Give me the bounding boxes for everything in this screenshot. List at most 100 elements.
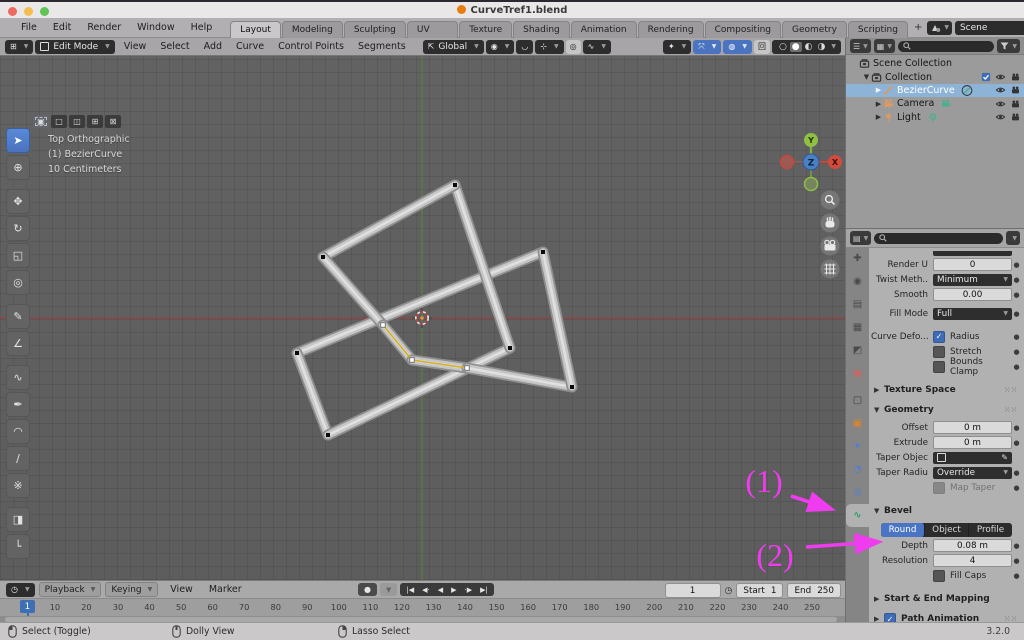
timeline-menu-view[interactable]: View [162, 584, 201, 595]
dropdown-field[interactable]: Override▼ [933, 467, 1012, 479]
value-field[interactable]: 0 [933, 258, 1012, 271]
panel-header-bevel[interactable]: ▼Bevel [869, 501, 1024, 521]
animate-dot[interactable]: ● [1012, 291, 1021, 299]
animate-dot[interactable]: ● [1012, 557, 1021, 565]
tool-curve-pen[interactable]: ✒ [6, 392, 30, 417]
workspace-tab-texture-paint[interactable]: Texture Paint [459, 21, 512, 38]
workspace-tab-animation[interactable]: Animation [571, 21, 637, 38]
editor-type-selector[interactable]: ⊞▼ [5, 40, 33, 54]
vp-menu-control-points[interactable]: Control Points [271, 41, 351, 52]
bevel-tab-object[interactable]: Object [925, 523, 969, 537]
properties-tab-tool[interactable]: ✚ [846, 247, 869, 270]
properties-tab-object[interactable]: ▣ [846, 412, 869, 435]
properties-tab-material[interactable]: ◕ [846, 527, 869, 550]
tool-extrude[interactable]: ◨ [6, 507, 30, 532]
panel-drag-grip[interactable]: ⁙⁙ [1004, 386, 1018, 394]
camera-view-button[interactable] [821, 237, 840, 256]
xray-toggle[interactable]: 回 [754, 40, 770, 54]
timeline-menu-marker[interactable]: Marker [201, 584, 250, 595]
workspace-tab-uv-editing[interactable]: UV Editing [407, 21, 458, 38]
object-field[interactable]: ✎ [933, 452, 1012, 464]
control-point-selected[interactable] [410, 358, 415, 363]
checkbox[interactable] [933, 346, 945, 358]
outliner-item-beziercurve[interactable]: ▶BezierCurve [846, 84, 1024, 97]
workspace-tab-shading[interactable]: Shading [513, 21, 570, 38]
exclude-checkbox-wrap[interactable] [981, 72, 991, 82]
properties-editor-type[interactable]: ▤▼ [850, 231, 871, 245]
dropdown-field[interactable]: Minimum▼ [933, 274, 1012, 286]
dropdown-field[interactable]: Full▼ [933, 308, 1012, 320]
properties-tab-constraints[interactable]: ◎ [846, 481, 869, 504]
panel-header-geometry[interactable]: ▼Geometry⁙⁙ [869, 400, 1024, 420]
checkbox[interactable] [933, 361, 945, 373]
tool-curve-handles[interactable]: └ [6, 534, 30, 559]
animate-dot[interactable]: ● [1012, 333, 1021, 341]
workspace-tab-modeling[interactable]: Modeling [282, 21, 343, 38]
outliner-item-camera[interactable]: ▶Camera [846, 97, 1024, 110]
tool-move[interactable]: ✥ [6, 189, 30, 214]
navigation-gizmo[interactable]: Y X Z [778, 131, 845, 346]
properties-tab-output[interactable]: ▤ [846, 293, 869, 316]
camera-restrict-icon-wrap[interactable] [1010, 72, 1021, 82]
bevel-tab-profile[interactable]: Profile [969, 523, 1012, 537]
tool-annotate[interactable]: ✎ [6, 304, 30, 329]
panel-header-start-end-mapping[interactable]: ▶Start & End Mapping [869, 589, 1024, 609]
zoom-button[interactable] [821, 191, 840, 210]
prev-keyframe-button[interactable]: ◀· [418, 586, 434, 594]
camera-restrict-icon-wrap[interactable] [1010, 112, 1021, 122]
next-keyframe-button[interactable]: ·▶ [461, 586, 477, 594]
animate-dot[interactable]: ● [1012, 572, 1021, 580]
animate-dot[interactable]: ● [1012, 424, 1021, 432]
menu-render[interactable]: Render [79, 22, 129, 33]
outliner-item-light[interactable]: ▶Light [846, 111, 1024, 124]
hide-in-viewport-icon[interactable] [995, 99, 1006, 109]
panel-header-path-animation[interactable]: ▶✓Path Animation⁙⁙ [869, 609, 1024, 622]
perspective-toggle-button[interactable] [821, 260, 840, 279]
hide-in-viewport-icon[interactable] [995, 85, 1006, 95]
properties-tab-object-data[interactable]: ∿ [846, 504, 869, 527]
tool-randomize[interactable]: ※ [6, 473, 30, 498]
frame-start-field[interactable]: Start1 [736, 583, 783, 598]
tool-measure[interactable]: ∠ [6, 331, 30, 356]
animate-dot[interactable]: ● [1012, 469, 1021, 477]
bevel-tab-round[interactable]: Round [881, 523, 925, 537]
visibility-dropdown[interactable]: ✦▼ [663, 40, 691, 54]
panel-checkbox[interactable]: ✓ [884, 613, 896, 622]
vp-menu-segments[interactable]: Segments [351, 41, 413, 52]
animate-dot[interactable]: ● [1012, 348, 1021, 356]
disable-in-renders-icon[interactable] [1010, 85, 1021, 95]
panel-drag-grip[interactable]: ⁙⁙ [1004, 406, 1018, 414]
mode-selector[interactable]: Edit Mode▼ [35, 40, 114, 54]
proportional-falloff-selector[interactable]: ∿▼ [583, 40, 611, 54]
control-point[interactable] [453, 183, 457, 187]
select-mode-option-5[interactable]: ⊠ [105, 115, 121, 128]
vp-menu-select[interactable]: Select [153, 41, 196, 52]
snap-target-selector[interactable]: ⊹▼ [535, 40, 563, 54]
select-mode-option-4[interactable]: ⊞ [87, 115, 103, 128]
shading-wireframe-button[interactable]: ○ [777, 42, 789, 52]
vp-menu-curve[interactable]: Curve [229, 41, 271, 52]
filter-dropdown[interactable]: ▼ [997, 39, 1020, 53]
pivot-point-selector[interactable]: ◉▼ [486, 40, 515, 54]
tool-rotate[interactable]: ↻ [6, 216, 30, 241]
select-mode-option-3[interactable]: ◫ [69, 115, 85, 128]
show-overlays-toggle[interactable]: ◍▼ [723, 40, 752, 54]
workspace-tab-sculpting[interactable]: Sculpting [344, 21, 406, 38]
outliner-filter-id-dropdown[interactable]: ▦▼ [874, 39, 895, 53]
animate-dot[interactable]: ● [1012, 542, 1021, 550]
control-point[interactable] [295, 351, 299, 355]
timeline-editor-type[interactable]: ◷▼ [6, 583, 35, 597]
properties-tab-object-properties[interactable]: ▢ [846, 389, 869, 412]
workspace-tab-layout[interactable]: Layout [230, 21, 281, 38]
tool-tilt[interactable]: ◠ [6, 419, 30, 444]
animate-dot[interactable]: ● [1012, 363, 1021, 371]
vp-menu-add[interactable]: Add [197, 41, 229, 52]
transform-orientation-selector[interactable]: ⇱Global▼ [423, 40, 484, 54]
playhead[interactable]: 1 [20, 600, 35, 613]
tool-select-box[interactable]: ➤ [6, 128, 30, 153]
disclosure-triangle[interactable]: ▶ [874, 100, 883, 108]
value-field[interactable]: 0 m [933, 421, 1012, 434]
tool-draw-curve[interactable]: ∿ [6, 365, 30, 390]
checkbox[interactable]: ✓ [933, 331, 945, 343]
select-mode-option-1[interactable]: ▣ [33, 115, 49, 128]
